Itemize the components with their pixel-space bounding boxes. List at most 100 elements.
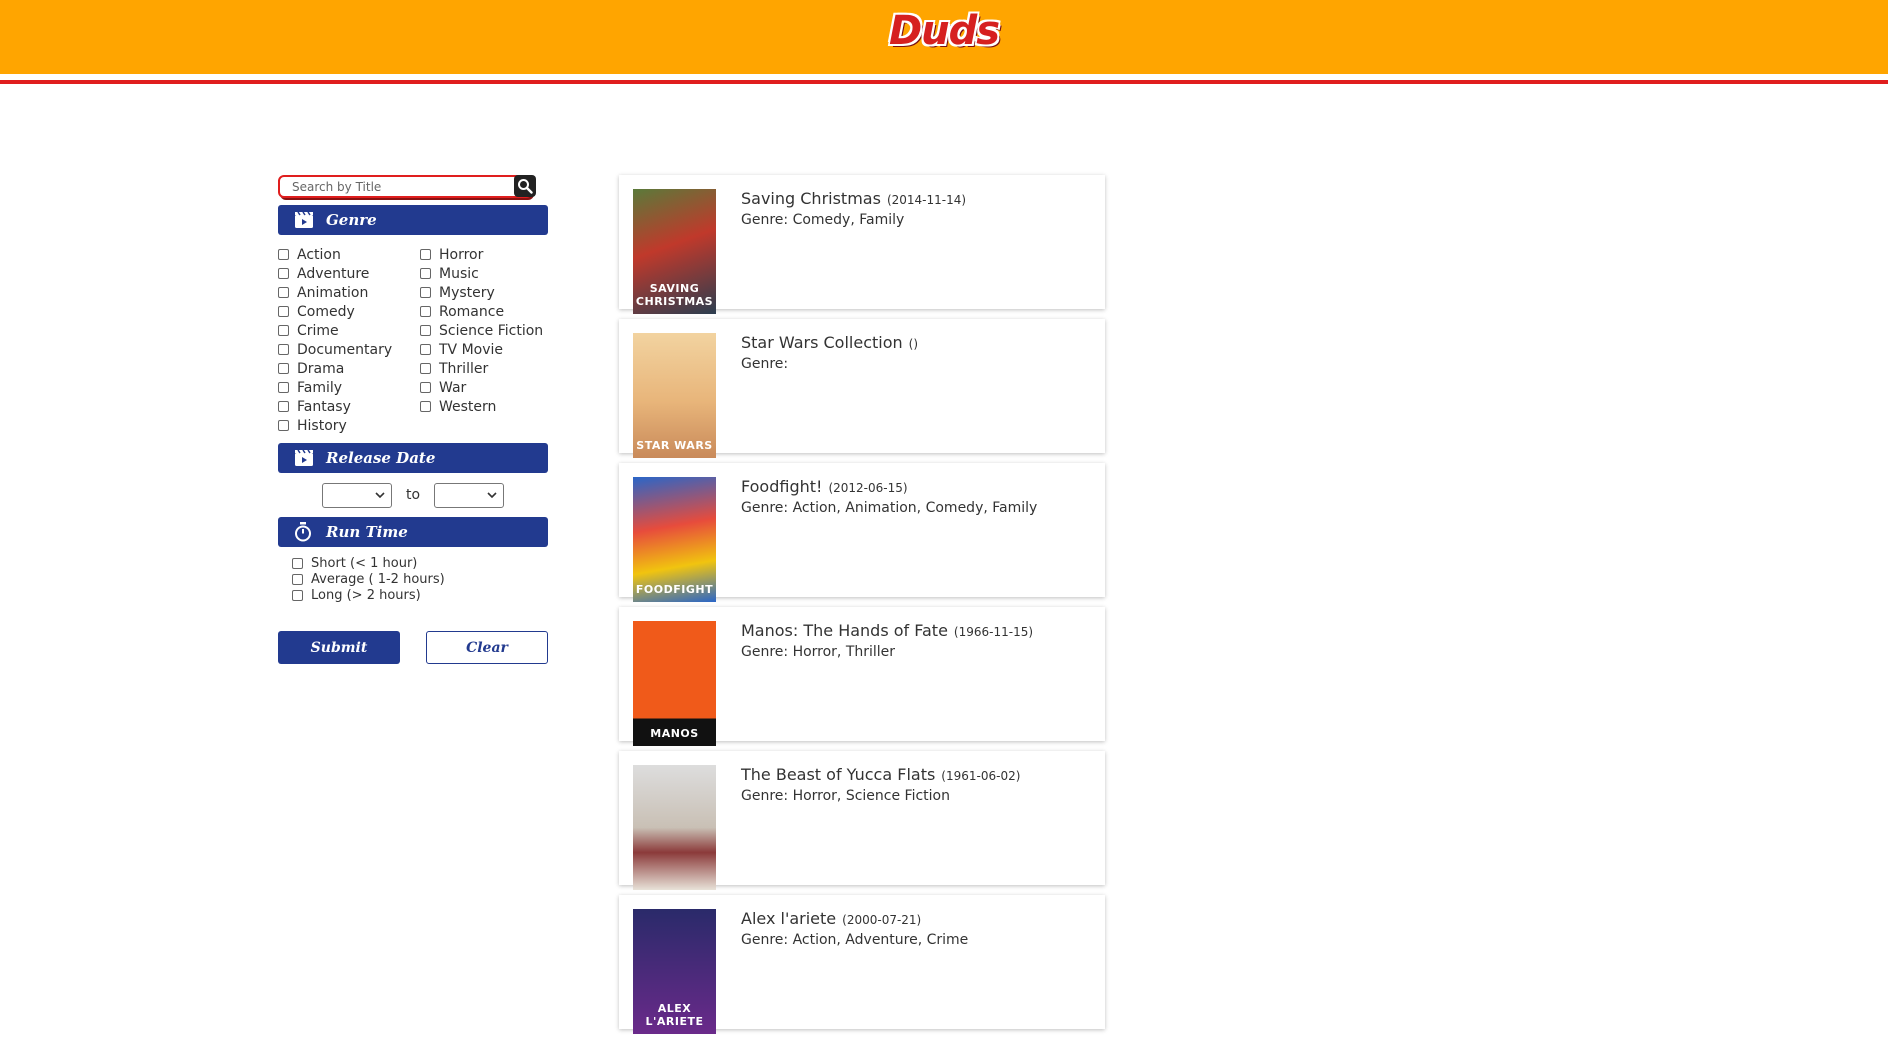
search-input[interactable] (278, 175, 532, 198)
movie-card[interactable]: The Beast of Yucca Flats (1961-06-02) Genr… (619, 751, 1105, 890)
checkbox[interactable] (420, 287, 431, 298)
movie-genre: Genre: Horror, Science Fiction (741, 788, 950, 804)
genre-checkbox-item[interactable]: Fantasy (278, 397, 420, 416)
movie-card[interactable]: ALEX L'ARIETE Alex l'ariete (2000-07-21) Ge… (619, 895, 1105, 1034)
movie-poster[interactable]: STAR WARS (633, 333, 716, 458)
search-button[interactable] (514, 175, 536, 197)
checkbox[interactable] (278, 363, 289, 374)
submit-button[interactable]: Submit (278, 631, 400, 664)
movie-poster[interactable]: SAVING CHRISTMAS (633, 189, 716, 314)
movie-title[interactable]: Star Wars Collection (741, 333, 903, 352)
genre-checkbox-item[interactable]: Music (420, 264, 548, 283)
genre-checkbox-item[interactable]: Crime (278, 321, 420, 340)
checkbox-label: Action (297, 246, 341, 263)
movie-card[interactable]: FOODFIGHT Foodfight! (2012-06-15) Genre: Ac… (619, 463, 1105, 602)
checkbox[interactable] (292, 573, 303, 585)
checkbox[interactable] (278, 382, 289, 393)
movie-title-line: Saving Christmas (2014-11-14) (741, 189, 1095, 208)
checkbox-label: History (297, 417, 347, 434)
genre-checkbox-item[interactable]: Adventure (278, 264, 420, 283)
genre-column-2: Horror Music Mystery Romance Science Fiction… (420, 245, 548, 435)
genre-checkbox-item[interactable]: War (420, 378, 548, 397)
release-date-to-select[interactable] (434, 482, 505, 508)
movie-title-line: Star Wars Collection () (741, 333, 1095, 352)
checkbox[interactable] (292, 589, 303, 601)
genre-checkbox-item[interactable]: Horror (420, 245, 548, 264)
genre-checkbox-item[interactable]: Action (278, 245, 420, 264)
run-time-option[interactable]: Average ( 1-2 hours) (292, 571, 548, 587)
site-header: Duds (0, 0, 1888, 77)
run-time-option[interactable]: Long (> 2 hours) (292, 587, 548, 603)
release-date-from-select[interactable] (321, 482, 392, 508)
checkbox[interactable] (278, 420, 289, 431)
checkbox[interactable] (278, 306, 289, 317)
genre-checkbox-item[interactable]: Animation (278, 283, 420, 302)
checkbox-label: Western (439, 398, 497, 415)
movie-results-list: SAVING CHRISTMAS Saving Christmas (2014-11… (619, 175, 1105, 1039)
genre-checkbox-item[interactable]: Romance (420, 302, 548, 321)
genre-checkbox-item[interactable]: Comedy (278, 302, 420, 321)
checkbox[interactable] (292, 557, 303, 569)
checkbox[interactable] (278, 268, 289, 279)
checkbox[interactable] (420, 268, 431, 279)
movie-poster[interactable]: ALEX L'ARIETE (633, 909, 716, 1034)
release-date-section-title: Release Date (326, 449, 436, 467)
stopwatch-icon (294, 522, 314, 542)
genre-checkbox-item[interactable]: Drama (278, 359, 420, 378)
genre-checkbox-item[interactable]: Documentary (278, 340, 420, 359)
checkbox-label: Long (> 2 hours) (311, 587, 421, 603)
run-time-section-header: Run Time (278, 517, 548, 547)
genre-checkbox-item[interactable]: History (278, 416, 420, 435)
release-date-range: to (278, 473, 548, 517)
genre-checkbox-item[interactable]: Thriller (420, 359, 548, 378)
movie-title-line: Manos: The Hands of Fate (1966-11-15) (741, 621, 1095, 640)
checkbox[interactable] (278, 287, 289, 298)
checkbox[interactable] (278, 249, 289, 260)
checkbox-label: Horror (439, 246, 484, 263)
checkbox[interactable] (278, 401, 289, 412)
movie-poster[interactable]: FOODFIGHT (633, 477, 716, 602)
checkbox[interactable] (420, 363, 431, 374)
movie-title[interactable]: The Beast of Yucca Flats (741, 765, 935, 784)
checkbox-label: Animation (297, 284, 369, 301)
run-time-options: Short (< 1 hour) Average ( 1-2 hours) Long… (292, 555, 548, 603)
chevron-down-icon (487, 491, 497, 498)
checkbox[interactable] (420, 249, 431, 260)
site-logo[interactable]: Duds (0, 8, 1888, 54)
movie-title-line: The Beast of Yucca Flats (1961-06-02) (741, 765, 1095, 784)
genre-section-header: Genre (278, 205, 548, 235)
genre-column-1: Action Adventure Animation Comedy Crime Docum… (278, 245, 420, 435)
genre-checkbox-item[interactable]: TV Movie (420, 340, 548, 359)
checkbox[interactable] (420, 382, 431, 393)
checkbox-label: Adventure (297, 265, 370, 282)
movie-title[interactable]: Foodfight! (741, 477, 822, 496)
checkbox[interactable] (420, 344, 431, 355)
checkbox-label: Documentary (297, 341, 393, 358)
movie-title[interactable]: Saving Christmas (741, 189, 881, 208)
movie-card[interactable]: STAR WARS Star Wars Collection () Genre: (619, 319, 1105, 458)
movie-genre: Genre: Action, Adventure, Crime (741, 932, 969, 948)
checkbox-label: Family (297, 379, 343, 396)
movie-poster[interactable] (633, 765, 716, 890)
genre-checkbox-item[interactable]: Science Fiction (420, 321, 548, 340)
genre-checkbox-item[interactable]: Mystery (420, 283, 548, 302)
checkbox[interactable] (278, 325, 289, 336)
checkbox[interactable] (420, 306, 431, 317)
release-date-section-header: Release Date (278, 443, 548, 473)
run-time-option[interactable]: Short (< 1 hour) (292, 555, 548, 571)
checkbox-label: TV Movie (439, 341, 504, 358)
movie-release-date: () (908, 337, 919, 351)
checkbox-label: Romance (439, 303, 505, 320)
checkbox[interactable] (420, 325, 431, 336)
movie-card[interactable]: MANOS Manos: The Hands of Fate (1966-11-15… (619, 607, 1105, 746)
movie-title[interactable]: Alex l'ariete (741, 909, 836, 928)
movie-card[interactable]: SAVING CHRISTMAS Saving Christmas (2014-11… (619, 175, 1105, 314)
genre-checkbox-item[interactable]: Family (278, 378, 420, 397)
movie-info: Manos: The Hands of Fate (1966-11-15) Genr… (741, 621, 1095, 660)
genre-checkbox-item[interactable]: Western (420, 397, 548, 416)
checkbox[interactable] (278, 344, 289, 355)
movie-title[interactable]: Manos: The Hands of Fate (741, 621, 948, 640)
clear-button[interactable]: Clear (426, 631, 548, 664)
checkbox[interactable] (420, 401, 431, 412)
movie-poster[interactable]: MANOS (633, 621, 716, 746)
